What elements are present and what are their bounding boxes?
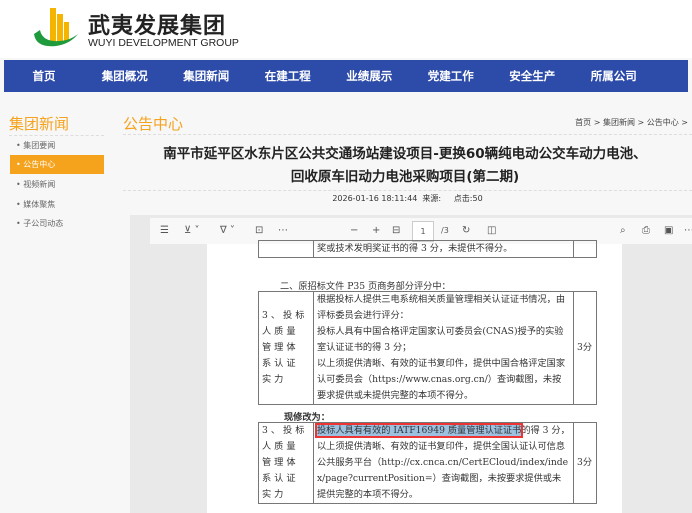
site-header: 武夷发展集团 WUYI DEVELOPMENT GROUP bbox=[0, 0, 692, 58]
more-options-icon[interactable]: ⋯ bbox=[684, 218, 692, 244]
table-cell: 奖或技术发明奖证书的得 3 分，未提供不得分。 bbox=[313, 240, 574, 258]
criterion-text: 投标人具有有效的 IATF16949 质量管理认证证书的得 3 分，以上须提供清… bbox=[313, 422, 574, 504]
divider bbox=[123, 134, 692, 135]
score-table-revised: 3、投标人质量管理体系认证实力 投标人具有有效的 IATF16949 质量管理认… bbox=[258, 422, 597, 504]
sidebar-item-group-news[interactable]: • 集团要闻 bbox=[10, 136, 104, 155]
text-line: 以上须提供清晰、有效的证书复印件，提供中国合格评定国家认可委员会（https:/… bbox=[317, 358, 566, 401]
article-meta: 2026-01-16 18:11:44 来源: 点击:50 bbox=[123, 193, 692, 204]
criterion-label: 3、投标人质量管理体系认证实力 bbox=[258, 291, 314, 405]
nav-companies[interactable]: 所属公司 bbox=[573, 60, 655, 92]
clicks-count: 50 bbox=[472, 194, 483, 203]
section-title: 公告中心 bbox=[123, 115, 184, 133]
article-title: 南平市延平区水东片区公共交通场站建设项目-更换60辆纯电动公交车动力电池、回收原… bbox=[163, 146, 647, 185]
brand-name-en: WUYI DEVELOPMENT GROUP bbox=[88, 37, 239, 49]
nav-party[interactable]: 党建工作 bbox=[410, 60, 492, 92]
sidebar-item-media[interactable]: • 媒体聚焦 bbox=[10, 195, 104, 214]
nav-projects[interactable]: 在建工程 bbox=[247, 60, 329, 92]
sidebar-item-label: 子公司动态 bbox=[23, 219, 64, 228]
nav-safety[interactable]: 安全生产 bbox=[492, 60, 574, 92]
criterion-label: 3、投标人质量管理体系认证实力 bbox=[258, 422, 314, 504]
criterion-text: 根据投标人提供三电系统相关质量管理相关认证证书情况，由评标委员会进行评分： 投标人… bbox=[313, 291, 574, 405]
score-table-original: 3、投标人质量管理体系认证实力 根据投标人提供三电系统相关质量管理相关认证证书情… bbox=[258, 291, 597, 405]
changed-label: 现修改为： bbox=[284, 412, 330, 423]
text-line: 投标人具有中国合格评定国家认可委员会(CNAS)授予的实验室认证证书的得 3 分… bbox=[317, 326, 564, 353]
sidebar-item-video-news[interactable]: • 视频新闻 bbox=[10, 175, 104, 194]
highlighted-text[interactable]: 投标人具有有效的 IATF16949 质量管理认证证书 bbox=[314, 423, 524, 438]
pdf-viewer[interactable]: ☰ ⊻ ˅ ∇ ˅ ⊡ ⋯ − + ⊟ 1 /3 ↻ ◫ ⌕ ⎙ ▣ ⋯ 奖或技… bbox=[130, 215, 692, 513]
date: 2026-01-16 18:11:44 bbox=[332, 194, 418, 203]
sidebar-item-label: 公告中心 bbox=[23, 160, 56, 169]
breadcrumb[interactable]: 首页 > 集团新闻 > 公告中心 > bbox=[575, 117, 688, 128]
main-nav: 首页 集团概况 集团新闻 在建工程 业绩展示 党建工作 安全生产 所属公司 bbox=[4, 60, 688, 92]
sidebar-item-subsidiary[interactable]: • 子公司动态 bbox=[10, 214, 104, 233]
nav-overview[interactable]: 集团概况 bbox=[84, 60, 166, 92]
sidebar-item-label: 媒体聚焦 bbox=[23, 200, 56, 209]
contents-icon[interactable]: ☰ bbox=[160, 218, 169, 244]
page-number-input[interactable]: 1 bbox=[412, 221, 434, 242]
sidebar-item-label: 视频新闻 bbox=[23, 180, 56, 189]
sidebar-item-label: 集团要闻 bbox=[23, 141, 56, 150]
clicks-label: 点击: bbox=[453, 194, 473, 203]
divider bbox=[123, 190, 692, 191]
score: 3分 bbox=[573, 291, 597, 405]
nav-news[interactable]: 集团新闻 bbox=[166, 60, 248, 92]
highlight-icon[interactable]: ⊻ ˅ bbox=[184, 218, 200, 244]
sidebar-title: 集团新闻 bbox=[9, 115, 70, 133]
nav-achievements[interactable]: 业绩展示 bbox=[329, 60, 411, 92]
pdf-page: 奖或技术发明奖证书的得 3 分，未提供不得分。 二、原招标文件 P35 页商务部… bbox=[207, 240, 622, 513]
nav-home[interactable]: 首页 bbox=[4, 60, 84, 92]
section-heading: 二、原招标文件 P35 页商务部分评分中： bbox=[280, 281, 451, 292]
save-icon[interactable]: ▣ bbox=[664, 218, 673, 244]
draw-icon[interactable]: ∇ ˅ bbox=[220, 218, 235, 244]
brand-name: 武夷发展集团 bbox=[88, 14, 227, 39]
score-table-top: 奖或技术发明奖证书的得 3 分，未提供不得分。 bbox=[258, 240, 597, 258]
text-line: 根据投标人提供三电系统相关质量管理相关认证证书情况，由评标委员会进行评分： bbox=[317, 294, 566, 321]
logo-icon[interactable] bbox=[30, 4, 80, 48]
search-icon[interactable]: ⌕ bbox=[620, 218, 626, 244]
text: 的得 3 分，以上须提供清晰、有效的证书复印件，提供全国认证认可信息公共服务平台… bbox=[317, 425, 570, 500]
source-label: 来源: bbox=[422, 194, 442, 203]
print-icon[interactable]: ⎙ bbox=[642, 218, 650, 244]
score: 3分 bbox=[573, 422, 597, 504]
sidebar-item-announcements[interactable]: • 公告中心 bbox=[10, 155, 104, 174]
